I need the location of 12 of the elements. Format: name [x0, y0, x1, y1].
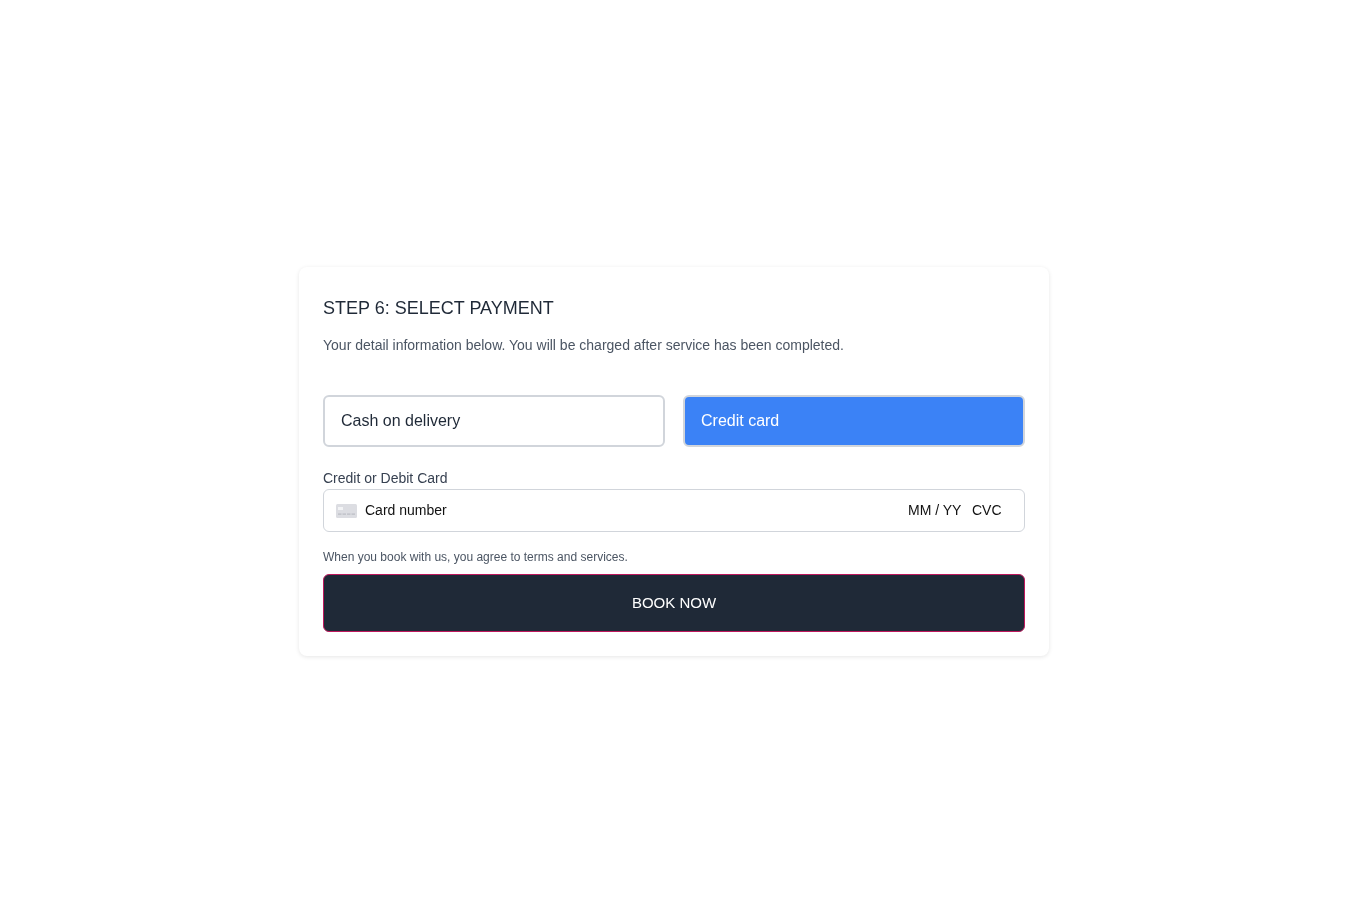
card-field-label: Credit or Debit Card	[323, 469, 449, 488]
card-number-field[interactable]: Card number	[365, 500, 908, 521]
credit-card-icon	[336, 503, 357, 518]
card-details-field[interactable]: Card number MM / YY CVC	[323, 489, 1025, 532]
step-title: STEP 6: SELECT PAYMENT	[323, 297, 555, 319]
cvc-field[interactable]: CVC	[972, 500, 1004, 521]
book-now-button[interactable]: BOOK NOW	[323, 574, 1025, 632]
expiry-field[interactable]: MM / YY	[908, 500, 964, 521]
terms-note: When you book with us, you agree to terms and services.	[323, 549, 629, 566]
description-text: Your detail information below. You will be charged after service has been completed.	[323, 336, 845, 355]
payment-option[interactable]: Credit card	[683, 395, 1025, 447]
payment-option[interactable]: Cash on delivery	[323, 395, 665, 447]
